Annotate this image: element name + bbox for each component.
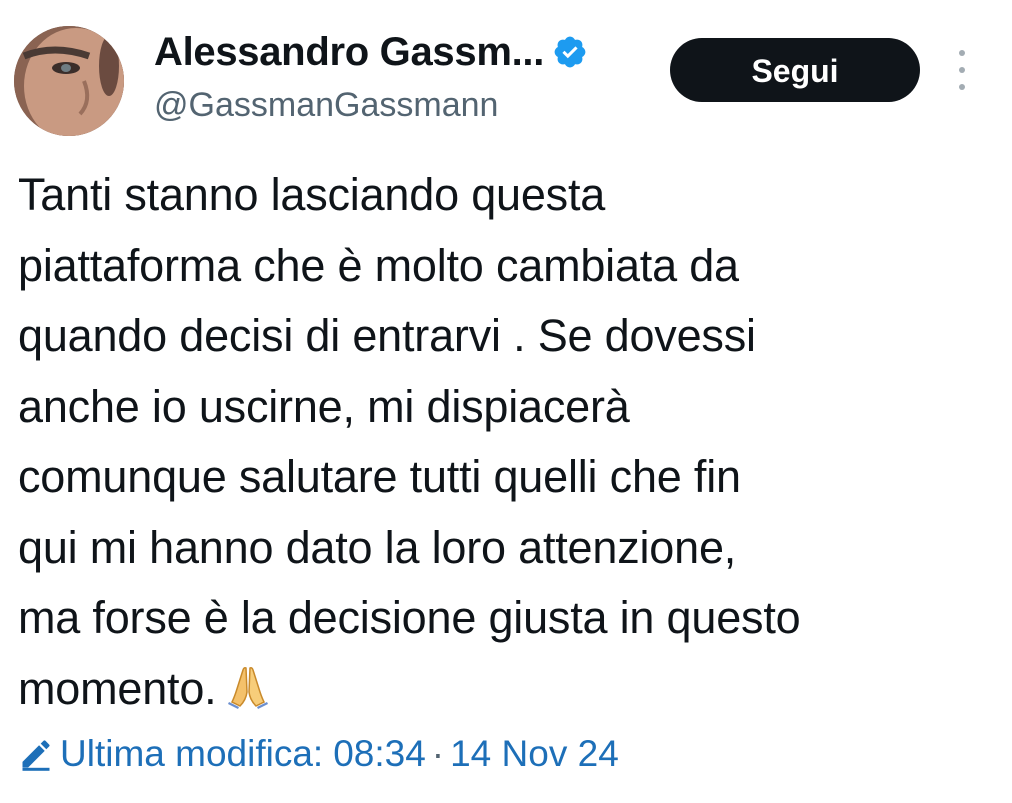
tweet-line: anche io uscirne, mi dispiacerà [18, 380, 630, 432]
edited-label: Ultima modifica: [60, 733, 324, 774]
tweet-last-line: momento. [18, 654, 1003, 725]
author-name-row: Alessandro Gassm... [154, 28, 588, 76]
edited-separator: · [431, 733, 445, 774]
avatar-image [14, 26, 124, 136]
tweet-line: quando decisi di entrarvi . Se dovessi [18, 310, 756, 361]
verified-badge-icon [552, 34, 588, 70]
pencil-icon [18, 736, 54, 772]
tweet-line: qui mi hanno dato la loro attenzione, [18, 521, 737, 573]
tweet-line: Tanti stanno lasciando questa [18, 169, 606, 220]
more-options-icon[interactable] [950, 50, 974, 90]
tweet-line: ma forse è la decisione giusta in questo [18, 592, 801, 643]
tweet-line: comunque salutare tutti quelli che fin [18, 451, 741, 502]
tweet-text: Tanti stanno lasciando questa piattaform… [18, 160, 1003, 724]
edited-info[interactable]: Ultima modifica: 08:34 · 14 Nov 24 [18, 730, 619, 778]
follow-button[interactable]: Segui [670, 38, 920, 102]
edited-time: 08:34 [333, 733, 426, 774]
folded-hands-emoji-icon [224, 662, 272, 710]
author-handle[interactable]: @GassmanGassmann [154, 84, 498, 126]
tweet-line: piattaforma che è molto cambiata da [18, 239, 739, 291]
tweet-line: momento. [18, 662, 217, 714]
tweet-card: Alessandro Gassm... @GassmanGassmann Seg… [0, 0, 1012, 803]
edited-date: 14 Nov 24 [450, 733, 619, 774]
author-name[interactable]: Alessandro Gassm... [154, 28, 544, 76]
avatar[interactable] [14, 26, 124, 136]
